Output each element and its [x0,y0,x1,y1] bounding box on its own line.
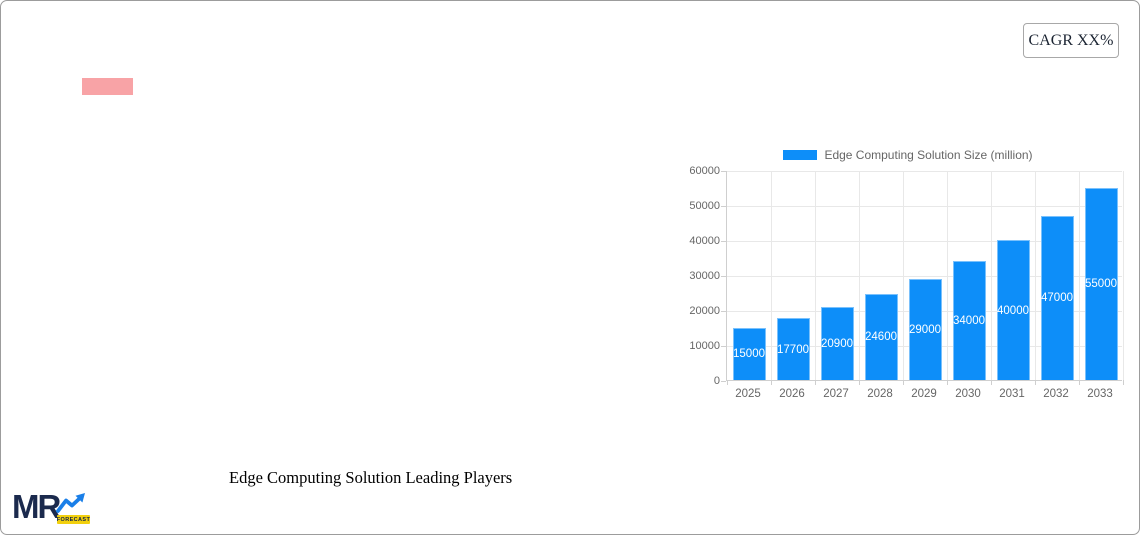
x-gridline [1034,171,1036,380]
bar-2026[interactable]: 17700 [776,318,810,380]
x-tick-label: 2025 [735,388,761,400]
x-gridline [770,171,772,380]
x-gridline [858,171,860,380]
y-tick-label: 30000 [689,270,720,282]
x-tick-mark [858,380,860,385]
x-gridline [902,171,904,380]
y-tick-mark [721,240,726,242]
x-tick-label: 2027 [823,388,849,400]
x-tick-mark [902,380,904,385]
x-tick-label: 2030 [955,388,981,400]
legend-swatch [783,150,818,160]
y-tick-mark [721,310,726,312]
x-tick-label: 2032 [1043,388,1069,400]
report-title: Edge Computing Solution Leading Players [229,468,513,487]
y-gridline [727,205,1122,207]
plot-area: 15000 17700 20900 24600 29000 34000 40000 47000… [721,170,1124,385]
x-tick-mark [1078,380,1080,385]
bar-2028[interactable]: 24600 [864,293,898,380]
bar-2027[interactable]: 20900 [820,306,854,380]
bar-2033[interactable]: 55000 [1084,187,1118,380]
x-axis-labels: 2025 2026 2027 2028 2029 2030 2031 2032 2033 [726,388,1122,402]
y-tick-label: 10000 [689,340,720,352]
x-gridline [990,171,992,380]
cagr-badge: CAGR XX% [1023,23,1119,58]
x-tick-label: 2029 [911,388,937,400]
y-tick-mark [721,345,726,347]
y-tick-mark [721,380,726,382]
x-tick-label: 2026 [779,388,805,400]
bar-value-label: 24600 [865,331,897,344]
bar-2025[interactable]: 15000 [732,327,766,380]
bar-value-label: 20900 [821,337,853,350]
bar-value-label: 29000 [909,323,941,336]
y-tick-label: 50000 [689,200,720,212]
bar-value-label: 47000 [1041,292,1073,305]
x-gridline [1078,171,1080,380]
x-tick-mark [946,380,948,385]
bar-value-label: 17700 [777,343,809,356]
y-tick-mark [721,275,726,277]
x-gridline [1122,171,1124,380]
y-tick-label: 40000 [689,235,720,247]
bar-value-label: 15000 [733,348,765,361]
y-gridline [727,170,1122,172]
x-tick-mark [726,380,728,385]
cagr-badge-label: CAGR XX% [1028,31,1114,49]
y-tick-label: 20000 [689,305,720,317]
x-tick-label: 2028 [867,388,893,400]
bar-2029[interactable]: 29000 [908,278,942,380]
bar-2031[interactable]: 40000 [996,240,1030,380]
trending-up-arrow-icon [56,493,85,513]
y-tick-mark [721,205,726,207]
x-tick-mark [990,380,992,385]
x-tick-mark [814,380,816,385]
y-axis-labels: 0 10000 20000 30000 40000 50000 60000 [687,165,720,387]
chart-legend[interactable]: Edge Computing Solution Size (million) [687,148,1129,162]
logo-text: MR [12,488,61,525]
pink-highlight-bar [82,78,133,95]
bar-chart: Edge Computing Solution Size (million) 0… [687,144,1129,406]
bar-value-label: 40000 [997,304,1029,317]
x-tick-mark [770,380,772,385]
x-gridline [814,171,816,380]
bar-value-label: 34000 [953,315,985,327]
bar-2030[interactable]: 34000 [952,261,986,380]
legend-label: Edge Computing Solution Size (million) [824,148,1033,162]
report-card: CAGR XX% Edge Computing Solution Size (m… [0,0,1140,535]
y-tick-mark [721,170,726,172]
y-tick-label: 0 [713,375,720,387]
x-tick-mark [1122,380,1124,385]
bar-2032[interactable]: 47000 [1040,215,1074,380]
x-tick-mark [1034,380,1036,385]
x-gridline [946,171,948,380]
x-tick-label: 2031 [999,388,1025,400]
mr-forecast-logo: MR FORECAST [12,490,94,528]
y-tick-label: 60000 [689,165,720,177]
x-tick-label: 2033 [1087,388,1113,400]
bar-value-label: 55000 [1085,278,1117,291]
logo-forecast-badge: FORECAST [56,515,91,524]
